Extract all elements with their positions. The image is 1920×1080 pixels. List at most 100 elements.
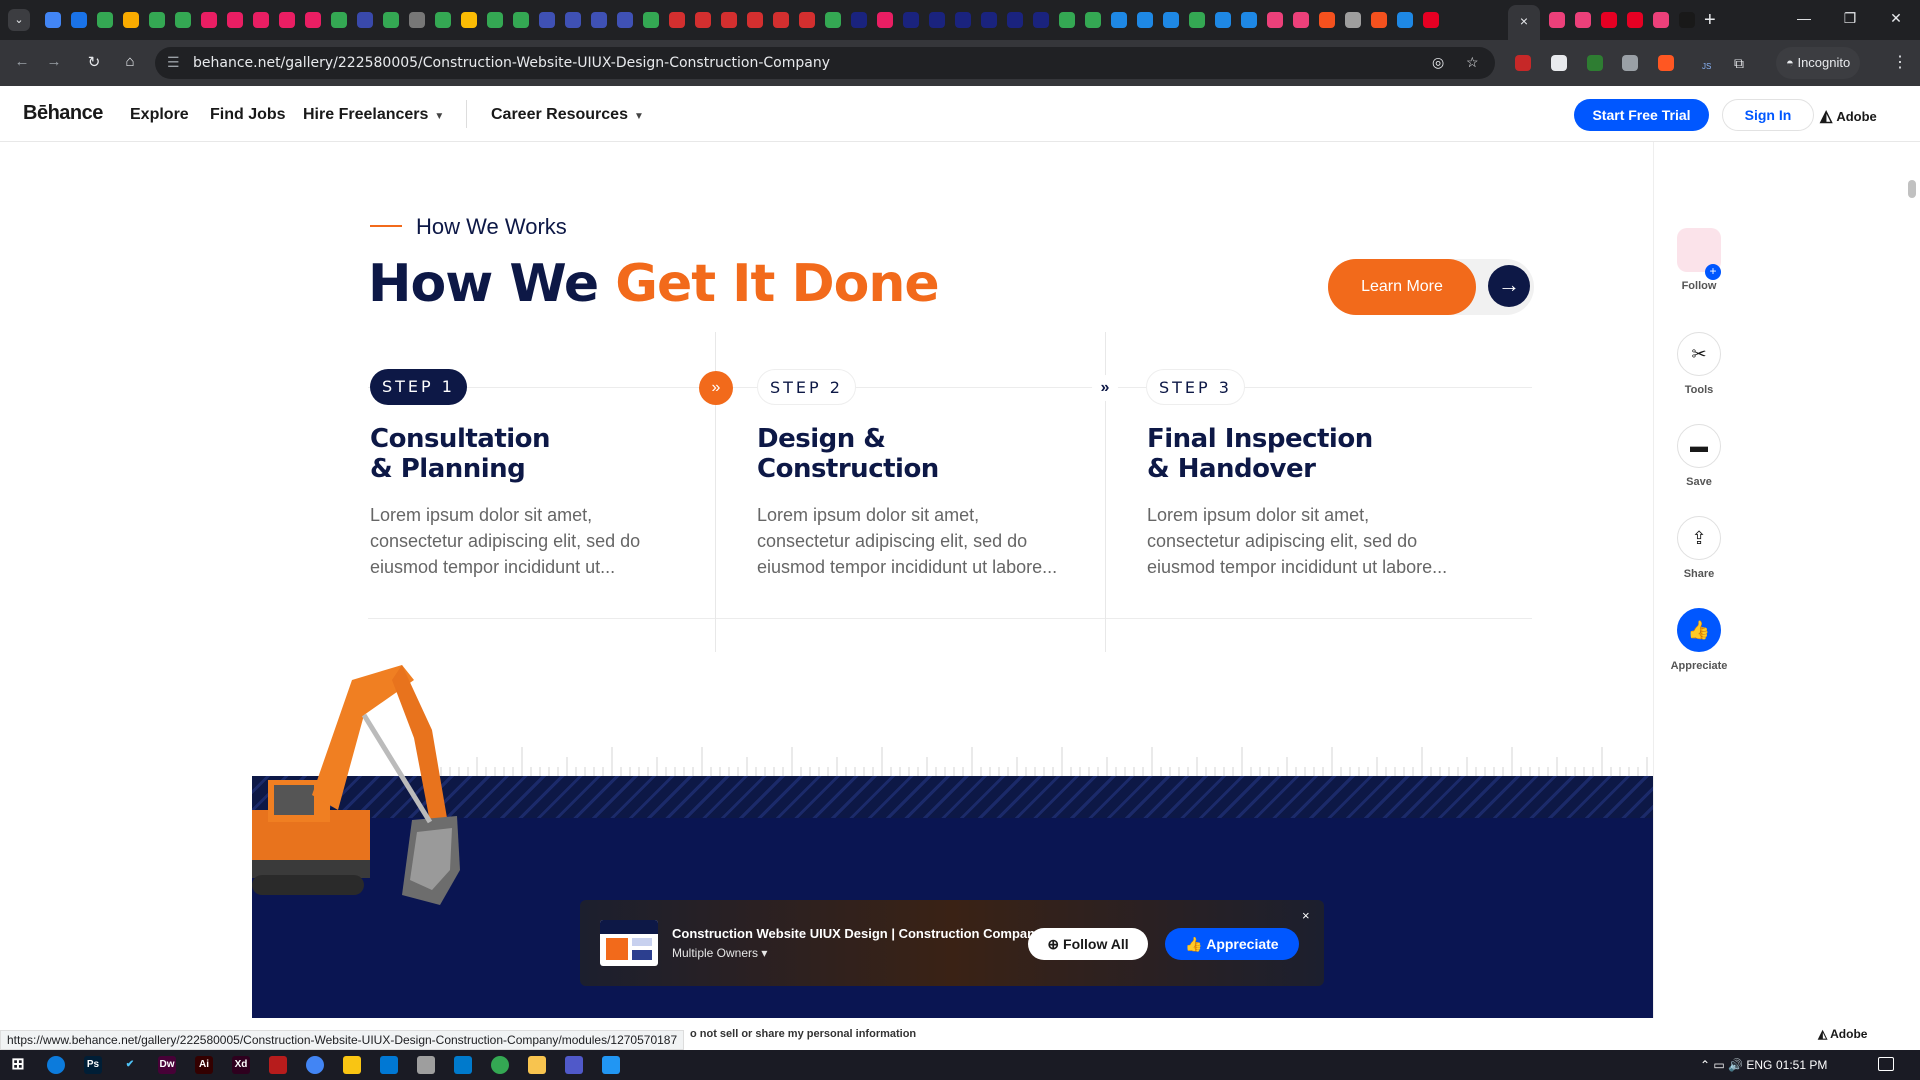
checkmark-app-icon[interactable]: ✔ <box>121 1056 139 1074</box>
url-text[interactable]: behance.net/gallery/222580005/Constructi… <box>193 55 830 71</box>
extension-icon[interactable] <box>1551 55 1567 71</box>
tab-favicon[interactable] <box>1371 12 1387 28</box>
tab-favicon[interactable] <box>305 12 321 28</box>
tab-favicon[interactable] <box>331 12 347 28</box>
folder-icon[interactable]: ▬ <box>1677 424 1721 468</box>
chevron-up-icon[interactable]: ⌃ <box>1700 1058 1710 1072</box>
new-tab-button[interactable]: + <box>1704 9 1716 32</box>
nav-explore[interactable]: Explore <box>130 106 189 124</box>
start-free-trial-button[interactable]: Start Free Trial <box>1574 99 1709 131</box>
appreciate-button[interactable]: 👍 Appreciate <box>1165 928 1299 960</box>
tab-favicon[interactable] <box>877 12 893 28</box>
tab-favicon[interactable] <box>1423 12 1439 28</box>
project-title[interactable]: Construction Website UIUX Design | Const… <box>672 926 1042 941</box>
tab-favicon[interactable] <box>253 12 269 28</box>
outlook-icon[interactable] <box>380 1056 398 1074</box>
footer-adobe-link[interactable]: ◭ Adobe <box>1818 1027 1867 1041</box>
page-scrollbar-thumb[interactable] <box>1908 180 1916 198</box>
tab-favicon[interactable] <box>799 12 815 28</box>
tab-favicon[interactable] <box>903 12 919 28</box>
tab-favicon[interactable] <box>383 12 399 28</box>
arrow-right-icon[interactable]: → <box>1488 265 1530 307</box>
tab-favicon[interactable] <box>617 12 633 28</box>
puzzle-extensions-icon[interactable]: ⧉ <box>1734 55 1750 71</box>
notification-icon[interactable] <box>1878 1057 1894 1071</box>
notepad-icon[interactable] <box>417 1056 435 1074</box>
tab-favicon[interactable] <box>123 12 139 28</box>
tab-favicon[interactable] <box>955 12 971 28</box>
js-extension-icon[interactable]: JS <box>1702 62 1720 74</box>
tab-favicon[interactable] <box>1111 12 1127 28</box>
restore-icon[interactable]: ❐ <box>1840 10 1860 27</box>
volume-icon[interactable]: 🔊 <box>1728 1058 1743 1072</box>
owner-avatar[interactable]: + <box>1677 228 1721 280</box>
windows-start-icon[interactable]: ⊞ <box>9 1056 27 1074</box>
tab-favicon[interactable] <box>825 12 841 28</box>
sticky-notes-icon[interactable] <box>343 1056 361 1074</box>
tab-favicon[interactable] <box>1397 12 1413 28</box>
learn-more-button[interactable]: Learn More <box>1328 259 1476 315</box>
photos-icon[interactable] <box>602 1056 620 1074</box>
tab-favicon[interactable] <box>1319 12 1335 28</box>
tab-favicon[interactable] <box>435 12 451 28</box>
tab-favicon[interactable] <box>1085 12 1101 28</box>
edge-icon[interactable] <box>47 1056 65 1074</box>
photoshop-icon[interactable]: Ps <box>84 1056 102 1074</box>
tab-favicon[interactable] <box>539 12 555 28</box>
teams-icon[interactable] <box>565 1056 583 1074</box>
sign-in-button[interactable]: Sign In <box>1722 99 1814 131</box>
tab-favicon[interactable] <box>45 12 61 28</box>
tab-favicon[interactable] <box>669 12 685 28</box>
tab-favicon[interactable] <box>1007 12 1023 28</box>
nav-career-resources[interactable]: Career Resources ▼ <box>491 106 644 124</box>
share-action[interactable]: ⇪ Share <box>1670 516 1728 580</box>
browser-menu-icon[interactable]: ⋮ <box>1892 52 1908 72</box>
tab-favicon[interactable] <box>279 12 295 28</box>
chrome-icon[interactable] <box>306 1056 324 1074</box>
tab-favicon[interactable] <box>175 12 191 28</box>
extension-icon[interactable] <box>1658 55 1674 71</box>
close-icon[interactable]: × <box>1302 908 1310 923</box>
close-window-icon[interactable]: ✕ <box>1886 10 1906 27</box>
network-icon[interactable]: ▭ <box>1713 1058 1724 1072</box>
reload-icon[interactable]: ↻ <box>84 53 104 71</box>
taskbar-clock[interactable]: 01:51 PM <box>1776 1058 1827 1072</box>
tab-favicon[interactable] <box>357 12 373 28</box>
tab-favicon[interactable] <box>409 12 425 28</box>
tab-favicon[interactable] <box>1627 12 1643 28</box>
close-tab-icon[interactable]: × <box>1520 13 1528 29</box>
tab-favicon[interactable] <box>1059 12 1075 28</box>
address-bar[interactable]: ☰ behance.net/gallery/222580005/Construc… <box>155 47 1495 79</box>
tab-favicon[interactable] <box>929 12 945 28</box>
tab-favicon[interactable] <box>773 12 789 28</box>
eye-off-icon[interactable]: ◎ <box>1432 54 1444 71</box>
bookmark-star-icon[interactable]: ☆ <box>1466 54 1479 71</box>
tab-favicon[interactable] <box>201 12 217 28</box>
appreciate-action[interactable]: 👍 Appreciate <box>1670 608 1728 672</box>
dreamweaver-icon[interactable]: Dw <box>158 1056 176 1074</box>
extension-icon[interactable] <box>1515 55 1531 71</box>
tab-favicon[interactable] <box>227 12 243 28</box>
tab-favicon[interactable] <box>71 12 87 28</box>
xd-icon[interactable]: Xd <box>232 1056 250 1074</box>
tab-favicon[interactable] <box>513 12 529 28</box>
site-info-icon[interactable]: ☰ <box>167 54 180 71</box>
filezilla-icon[interactable] <box>269 1056 287 1074</box>
tab-favicon[interactable] <box>1137 12 1153 28</box>
tab-favicon[interactable] <box>1215 12 1231 28</box>
project-owners[interactable]: Multiple Owners ▾ <box>672 946 767 960</box>
tab-favicon[interactable] <box>1189 12 1205 28</box>
system-tray[interactable]: ⌃ ▭ 🔊 ENG <box>1700 1058 1772 1072</box>
tab-favicon[interactable] <box>487 12 503 28</box>
extension-icon[interactable] <box>1587 55 1603 71</box>
vscode-icon[interactable] <box>454 1056 472 1074</box>
home-icon[interactable]: ⌂ <box>120 53 140 70</box>
tab-favicon[interactable] <box>1549 12 1565 28</box>
do-not-sell-link[interactable]: o not sell or share my personal informat… <box>690 1028 916 1040</box>
tab-favicon[interactable] <box>1345 12 1361 28</box>
share-icon[interactable]: ⇪ <box>1677 516 1721 560</box>
tab-favicon[interactable] <box>981 12 997 28</box>
tab-favicon[interactable] <box>747 12 763 28</box>
thumbs-up-icon[interactable]: 👍 <box>1677 608 1721 652</box>
nav-find-jobs[interactable]: Find Jobs <box>210 106 286 124</box>
